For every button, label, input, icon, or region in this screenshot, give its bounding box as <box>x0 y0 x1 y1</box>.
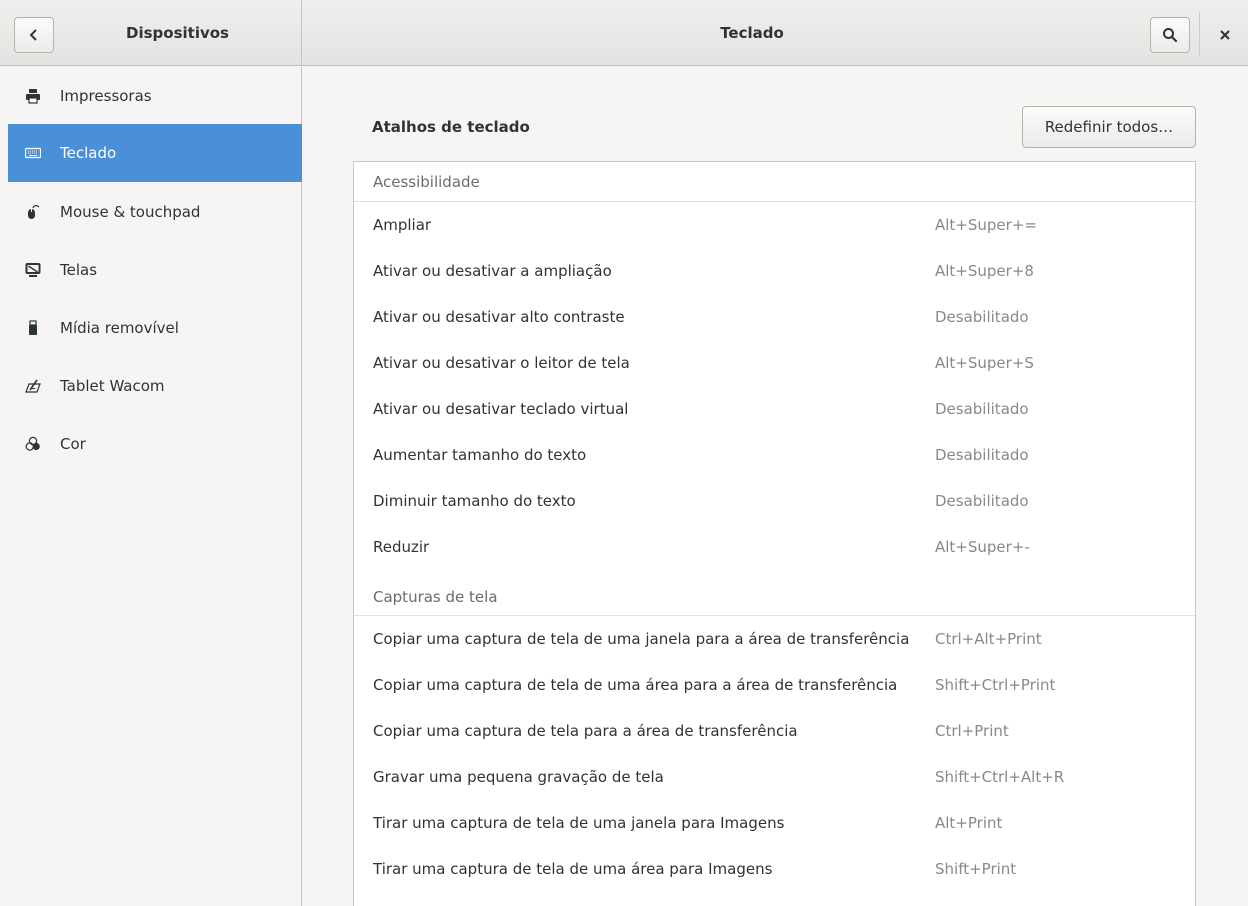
shortcut-accel: Ctrl+Alt+Print <box>935 630 1042 648</box>
close-button[interactable] <box>1208 17 1242 53</box>
shortcut-accel: Desabilitado <box>935 446 1029 464</box>
sidebar-item-label: Telas <box>60 261 98 279</box>
shortcut-row[interactable]: Ampliar Alt+Super+= <box>354 202 1195 248</box>
display-icon <box>24 261 42 279</box>
shortcut-row[interactable]: Ativar ou desativar teclado virtual Desa… <box>354 386 1195 432</box>
tablet-icon <box>24 377 42 395</box>
shortcut-accel: Alt+Super+S <box>935 354 1034 372</box>
shortcut-row[interactable]: Diminuir tamanho do texto Desabilitado <box>354 478 1195 524</box>
shortcut-accel: Shift+Print <box>935 860 1017 878</box>
shortcut-row[interactable]: Ativar ou desativar alto contraste Desab… <box>354 294 1195 340</box>
shortcut-row[interactable]: Ativar ou desativar o leitor de tela Alt… <box>354 340 1195 386</box>
shortcut-row[interactable]: Ativar ou desativar a ampliação Alt+Supe… <box>354 248 1195 294</box>
shortcut-accel: Desabilitado <box>935 400 1029 418</box>
page-title: Teclado <box>720 24 784 42</box>
shortcut-name: Ativar ou desativar o leitor de tela <box>373 354 630 372</box>
shortcut-row[interactable]: Aumentar tamanho do texto Desabilitado <box>354 432 1195 478</box>
panel-title: Dispositivos <box>126 24 229 42</box>
shortcut-row[interactable]: Gravar uma pequena gravação de tela Shif… <box>354 754 1195 800</box>
sidebar-item-mouse-touchpad[interactable]: Mouse & touchpad <box>8 183 302 241</box>
shortcut-row[interactable]: Copiar uma captura de tela de uma área p… <box>354 662 1195 708</box>
sidebar: Impressoras Teclado Mouse & touchpad Tel… <box>0 67 302 906</box>
shortcut-accel: Shift+Ctrl+Print <box>935 676 1056 694</box>
shortcut-name: Copiar uma captura de tela para a área d… <box>373 722 798 740</box>
shortcut-name: Reduzir <box>373 538 430 556</box>
reset-all-button[interactable]: Redefinir todos… <box>1022 106 1196 148</box>
main-content: Atalhos de teclado Redefinir todos… Aces… <box>303 67 1248 906</box>
sidebar-item-teclado[interactable]: Teclado <box>8 124 302 182</box>
group-header: Capturas de tela <box>354 570 1195 616</box>
shortcut-row[interactable]: Tirar uma captura de tela de uma área pa… <box>354 846 1195 892</box>
header-left-pane: Dispositivos <box>0 0 302 66</box>
shortcut-accel: Alt+Super+8 <box>935 262 1034 280</box>
shortcut-name: Gravar uma pequena gravação de tela <box>373 768 664 786</box>
shortcut-row[interactable]: Tirar uma captura de tela de uma janela … <box>354 800 1195 846</box>
section-title: Atalhos de teclado <box>372 118 530 136</box>
shortcut-accel: Alt+Super+- <box>935 538 1030 556</box>
shortcut-accel: Ctrl+Print <box>935 722 1009 740</box>
shortcut-name: Tirar uma captura de tela de uma janela … <box>373 814 785 832</box>
search-button[interactable] <box>1150 17 1190 53</box>
usb-drive-icon <box>24 319 42 337</box>
back-button[interactable] <box>14 17 54 53</box>
sidebar-item-label: Tablet Wacom <box>60 377 165 395</box>
shortcut-name: Tirar uma captura de tela de uma área pa… <box>373 860 773 878</box>
shortcut-accel: Shift+Ctrl+Alt+R <box>935 768 1065 786</box>
sidebar-item-label: Impressoras <box>60 87 152 105</box>
chevron-left-icon <box>29 29 37 41</box>
shortcut-accel: Desabilitado <box>935 492 1029 510</box>
shortcut-row[interactable]: Reduzir Alt+Super+- <box>354 524 1195 570</box>
sidebar-item-midia-removivel[interactable]: Mídia removível <box>8 299 302 357</box>
shortcut-name: Copiar uma captura de tela de uma janela… <box>373 630 910 648</box>
sidebar-item-label: Cor <box>60 435 86 453</box>
shortcut-name: Copiar uma captura de tela de uma área p… <box>373 676 898 694</box>
shortcut-name: Ativar ou desativar a ampliação <box>373 262 612 280</box>
header-bar: Dispositivos Teclado <box>0 0 1248 66</box>
sidebar-item-label: Teclado <box>60 144 117 162</box>
search-icon <box>1163 28 1178 43</box>
color-icon <box>24 435 42 453</box>
sidebar-item-label: Mouse & touchpad <box>60 203 201 221</box>
shortcut-name: Ativar ou desativar alto contraste <box>373 308 625 326</box>
mouse-icon <box>24 203 42 221</box>
shortcut-name: Ativar ou desativar teclado virtual <box>373 400 629 418</box>
shortcut-accel: Desabilitado <box>935 308 1029 326</box>
close-icon <box>1220 30 1230 40</box>
sidebar-item-telas[interactable]: Telas <box>8 241 302 299</box>
shortcut-name: Ampliar <box>373 216 432 234</box>
keyboard-icon <box>24 144 42 162</box>
group-header: Acessibilidade <box>354 162 1195 202</box>
sidebar-item-impressoras[interactable]: Impressoras <box>8 67 302 125</box>
shortcut-row[interactable]: Copiar uma captura de tela de uma janela… <box>354 616 1195 662</box>
printer-icon <box>24 87 42 105</box>
shortcut-name: Aumentar tamanho do texto <box>373 446 587 464</box>
shortcuts-list: Acessibilidade Ampliar Alt+Super+= Ativa… <box>353 161 1196 906</box>
sidebar-item-tablet-wacom[interactable]: Tablet Wacom <box>8 357 302 415</box>
header-separator <box>1199 12 1200 56</box>
sidebar-item-cor[interactable]: Cor <box>8 415 302 473</box>
shortcut-accel: Alt+Print <box>935 814 1003 832</box>
shortcut-accel: Alt+Super+= <box>935 216 1037 234</box>
shortcut-row[interactable]: Copiar uma captura de tela para a área d… <box>354 708 1195 754</box>
shortcut-name: Diminuir tamanho do texto <box>373 492 576 510</box>
sidebar-item-label: Mídia removível <box>60 319 179 337</box>
